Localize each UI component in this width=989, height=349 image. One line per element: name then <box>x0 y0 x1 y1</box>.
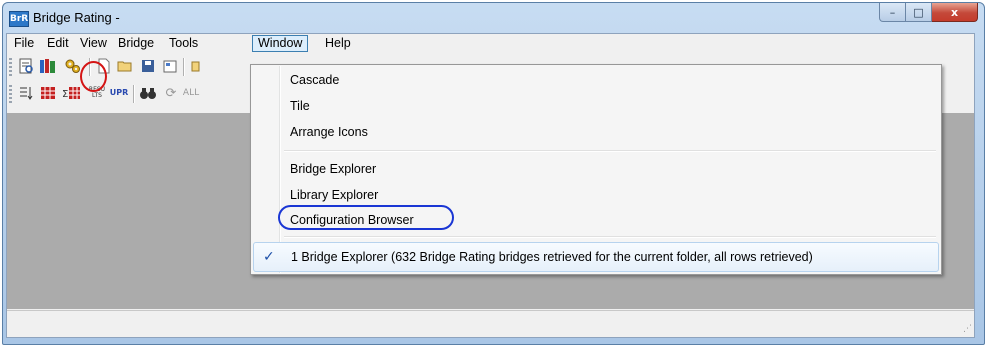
annotation-blue-oval <box>278 205 454 230</box>
checkmark-icon: ✓ <box>263 249 275 265</box>
library-icon[interactable] <box>39 57 57 75</box>
svg-text:Σ: Σ <box>62 89 68 100</box>
menu-item-label: Tile <box>290 99 310 113</box>
menu-item-library-explorer[interactable]: Library Explorer <box>253 183 939 207</box>
annotation-red-circle <box>80 61 107 92</box>
toolbar-separator <box>133 85 135 103</box>
toolbar-secondary: Σ RESU LTS UPR ⟳ ALL <box>9 82 254 106</box>
sort-list-icon[interactable] <box>17 84 35 102</box>
menu-item-label: 1 Bridge Explorer (632 Bridge Rating bri… <box>291 250 813 264</box>
menu-item-cascade[interactable]: Cascade <box>253 68 939 92</box>
toolbar-grip[interactable] <box>9 58 12 76</box>
menu-item-arrange-icons[interactable]: Arrange Icons <box>253 120 939 144</box>
title-bar[interactable]: BrR Bridge Rating - – □ x <box>3 3 984 33</box>
menu-item-bridge-explorer[interactable]: Bridge Explorer <box>253 157 939 181</box>
close-button[interactable]: x <box>932 3 978 22</box>
refresh-icon[interactable]: ⟳ <box>162 84 180 102</box>
menu-item-tile[interactable]: Tile <box>253 94 939 118</box>
minimize-button[interactable]: – <box>879 3 906 22</box>
menu-file[interactable]: File <box>9 35 39 52</box>
folder-icon[interactable] <box>188 57 206 75</box>
menu-item-open-window-1[interactable]: ✓ 1 Bridge Explorer (632 Bridge Rating b… <box>253 242 939 272</box>
maximize-button[interactable]: □ <box>906 3 932 22</box>
menu-separator <box>284 236 936 238</box>
window-controls: – □ x <box>879 3 978 23</box>
menu-tools[interactable]: Tools <box>164 35 203 52</box>
menu-separator <box>284 150 936 152</box>
toolbar-grip[interactable] <box>9 85 12 103</box>
status-bar: ⋰ <box>7 310 974 337</box>
menu-bar: File Edit View Bridge Tools Window Help <box>7 34 974 53</box>
menu-view[interactable]: View <box>75 35 112 52</box>
window-menu-dropdown: Cascade Tile Arrange Icons Bridge Explor… <box>250 64 942 275</box>
menu-item-label: Library Explorer <box>290 188 379 202</box>
sum-table-icon[interactable]: Σ <box>62 84 80 102</box>
menu-help[interactable]: Help <box>320 35 356 52</box>
window-title: Bridge Rating - <box>33 10 120 25</box>
binoculars-find-icon[interactable] <box>139 84 157 102</box>
table-grid-icon[interactable] <box>39 84 57 102</box>
menu-edit[interactable]: Edit <box>42 35 74 52</box>
report-icon[interactable] <box>17 57 35 75</box>
resize-grip-icon[interactable]: ⋰ <box>960 323 972 335</box>
menu-window[interactable]: Window <box>252 35 309 52</box>
app-logo-icon: BrR <box>9 11 29 27</box>
menu-item-label: Bridge Explorer <box>290 162 377 176</box>
open-folder-icon[interactable] <box>117 57 135 75</box>
menu-item-label: Arrange Icons <box>290 125 368 139</box>
upr-icon[interactable]: UPR <box>110 84 129 102</box>
all-icon[interactable]: ALL <box>182 84 200 102</box>
menu-bridge[interactable]: Bridge <box>113 35 159 52</box>
toolbar-separator <box>183 58 185 76</box>
toolbar-main <box>9 55 254 79</box>
save-icon[interactable] <box>139 57 157 75</box>
menu-item-label: Cascade <box>290 73 340 87</box>
properties-icon[interactable] <box>161 57 179 75</box>
